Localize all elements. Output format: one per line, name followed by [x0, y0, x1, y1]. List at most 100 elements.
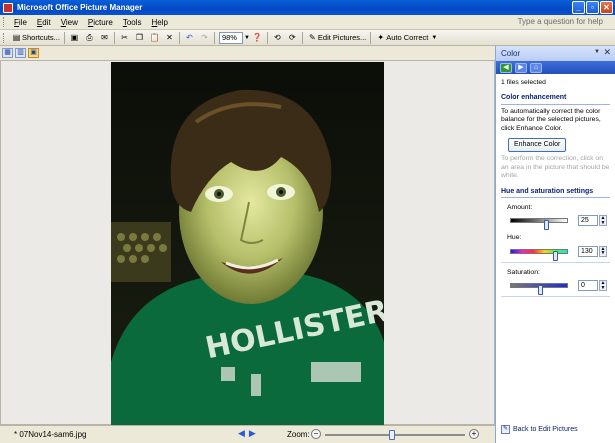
task-pane-header: Color ▼ ✕ [496, 46, 615, 61]
hue-slider-thumb[interactable] [553, 250, 558, 261]
amount-label: Amount: [507, 204, 533, 212]
zoom-select[interactable]: 98% [218, 31, 243, 44]
toolbar-separator [213, 31, 215, 44]
menu-view[interactable]: View [56, 18, 83, 27]
back-to-edit-pictures-link[interactable]: ✎ Back to Edit Pictures [501, 425, 578, 434]
files-selected-count: 1 files selected [501, 79, 546, 86]
saturation-slider[interactable] [510, 283, 568, 296]
hue-spinner-icon[interactable]: ▲ ▼ [599, 245, 607, 257]
thumbnail-view-icon[interactable]: ▦ [2, 48, 13, 58]
toolbar-separator [266, 31, 268, 44]
amount-input[interactable]: 25 [578, 215, 598, 227]
edit-pictures-icon: ✎ [309, 33, 316, 42]
paste-button[interactable]: 📋 [147, 31, 162, 44]
toolbar-separator [370, 31, 372, 44]
saturation-label: Saturation: [507, 268, 540, 276]
zoom-in-icon[interactable]: + [469, 429, 479, 439]
hue-saturation-heading: Hue and saturation settings [501, 188, 610, 199]
standard-toolbar: ▤ Shortcuts... ▣ ⎙ ✉ ✂ ❐ 📋 ✕ ↶ ↷ 98% ▼ ❓ … [0, 30, 615, 46]
copy-button[interactable]: ❐ [132, 31, 147, 44]
toolbar-separator [63, 31, 65, 44]
pane-divider [501, 261, 610, 263]
picture-navigation: ◀▶ [238, 428, 260, 439]
menu-bar: File Edit View Picture Tools Help Type a… [0, 15, 615, 30]
color-enhancement-heading: Color enhancement [501, 94, 610, 105]
email-button[interactable]: ✉ [97, 31, 112, 44]
zoom-out-icon[interactable]: − [311, 429, 321, 439]
zoom-slider[interactable] [325, 430, 465, 440]
hue-input[interactable]: 130 [578, 245, 598, 257]
delete-button[interactable]: ✕ [162, 31, 177, 44]
help-search-box[interactable]: Type a question for help [518, 17, 603, 26]
amount-control: 25 ▲ ▼ [501, 214, 610, 231]
next-picture-icon[interactable]: ▶ [249, 428, 260, 438]
toolbar-options-icon[interactable]: ▼ [431, 35, 437, 41]
rotate-right-icon: ⟳ [289, 33, 296, 42]
close-button[interactable]: ✕ [600, 1, 613, 14]
rotate-left-button[interactable]: ⟲ [270, 31, 285, 44]
color-enhancement-instructions: To automatically correct the color balan… [501, 107, 601, 132]
rotate-right-button[interactable]: ⟳ [285, 31, 300, 44]
menu-tools[interactable]: Tools [118, 18, 147, 27]
pane-divider [501, 296, 610, 298]
single-picture-view-icon[interactable]: ▣ [28, 48, 39, 58]
save-icon: ▣ [70, 33, 79, 42]
task-pane-close-icon[interactable]: ✕ [603, 47, 611, 58]
hue-control: 130 ▲ ▼ [501, 245, 610, 261]
menu-file[interactable]: File [9, 18, 32, 27]
home-icon[interactable]: ⌂ [530, 62, 542, 73]
color-task-pane: Color ▼ ✕ ◀ ▶ ⌂ 1 files selected Color e… [495, 46, 615, 443]
cut-icon: ✂ [121, 33, 128, 42]
title-bar: Microsoft Office Picture Manager _ ▫ ✕ [0, 0, 615, 15]
redo-button[interactable]: ↷ [197, 31, 212, 44]
edit-pictures-button[interactable]: ✎ Edit Pictures... [305, 31, 368, 44]
save-button[interactable]: ▣ [67, 31, 82, 44]
delete-icon: ✕ [166, 33, 173, 42]
filmstrip-view-icon[interactable]: ▥ [15, 48, 26, 58]
hue-label: Hue: [507, 234, 522, 242]
amount-spinner-icon[interactable]: ▲ ▼ [599, 215, 607, 227]
minimize-button[interactable]: _ [572, 1, 585, 14]
task-pane-menu-icon[interactable]: ▼ [594, 49, 600, 55]
menu-help[interactable]: Help [147, 18, 173, 27]
amount-slider[interactable] [510, 218, 568, 231]
previous-picture-icon[interactable]: ◀ [238, 428, 249, 438]
toolbar-separator [113, 31, 115, 44]
portrait-photo-image: HOLLISTER [111, 62, 384, 425]
view-mode-strip: ▦ ▥ ▣ [0, 46, 495, 60]
selected-picture[interactable]: HOLLISTER [111, 62, 384, 425]
saturation-spinner-icon[interactable]: ▲ ▼ [599, 280, 607, 292]
help-button[interactable]: ❓ [250, 31, 265, 44]
app-icon [3, 2, 13, 13]
undo-icon: ↶ [186, 33, 193, 42]
cut-button[interactable]: ✂ [117, 31, 132, 44]
current-filename: * 07Nov14-sam6.jpg [14, 430, 87, 439]
auto-correct-icon: ✦ [377, 33, 385, 42]
saturation-input[interactable]: 0 [578, 280, 598, 292]
maximize-button[interactable]: ▫ [586, 1, 599, 14]
menu-edit[interactable]: Edit [32, 18, 56, 27]
shortcuts-label: Shortcuts... [22, 33, 60, 42]
task-pane-title: Color [501, 49, 521, 58]
amount-slider-thumb[interactable] [544, 220, 549, 231]
forward-arrow-icon[interactable]: ▶ [515, 62, 527, 73]
auto-correct-button[interactable]: ✦ Auto Correct [373, 31, 430, 44]
redo-icon: ↷ [201, 33, 208, 42]
saturation-slider-thumb[interactable] [538, 285, 543, 296]
undo-button[interactable]: ↶ [182, 31, 197, 44]
shortcuts-button[interactable]: ▤ Shortcuts... [9, 31, 62, 44]
toolbar-separator [178, 31, 180, 44]
menu-grip-icon [3, 17, 6, 27]
zoom-slider-thumb[interactable] [389, 430, 395, 440]
enhance-color-hint: To perform the correction, click on an a… [501, 155, 610, 180]
enhance-color-button[interactable]: Enhance Color [508, 138, 567, 153]
edit-pictures-back-icon: ✎ [501, 425, 510, 434]
help-icon: ❓ [252, 33, 263, 42]
menu-picture[interactable]: Picture [83, 18, 118, 27]
hue-slider[interactable] [510, 248, 568, 261]
back-arrow-icon[interactable]: ◀ [500, 62, 512, 73]
toolbar-separator [301, 31, 303, 44]
print-button[interactable]: ⎙ [82, 31, 97, 44]
status-bar: * 07Nov14-sam6.jpg ◀▶ Zoom: − + [0, 425, 495, 443]
email-icon: ✉ [101, 33, 108, 42]
